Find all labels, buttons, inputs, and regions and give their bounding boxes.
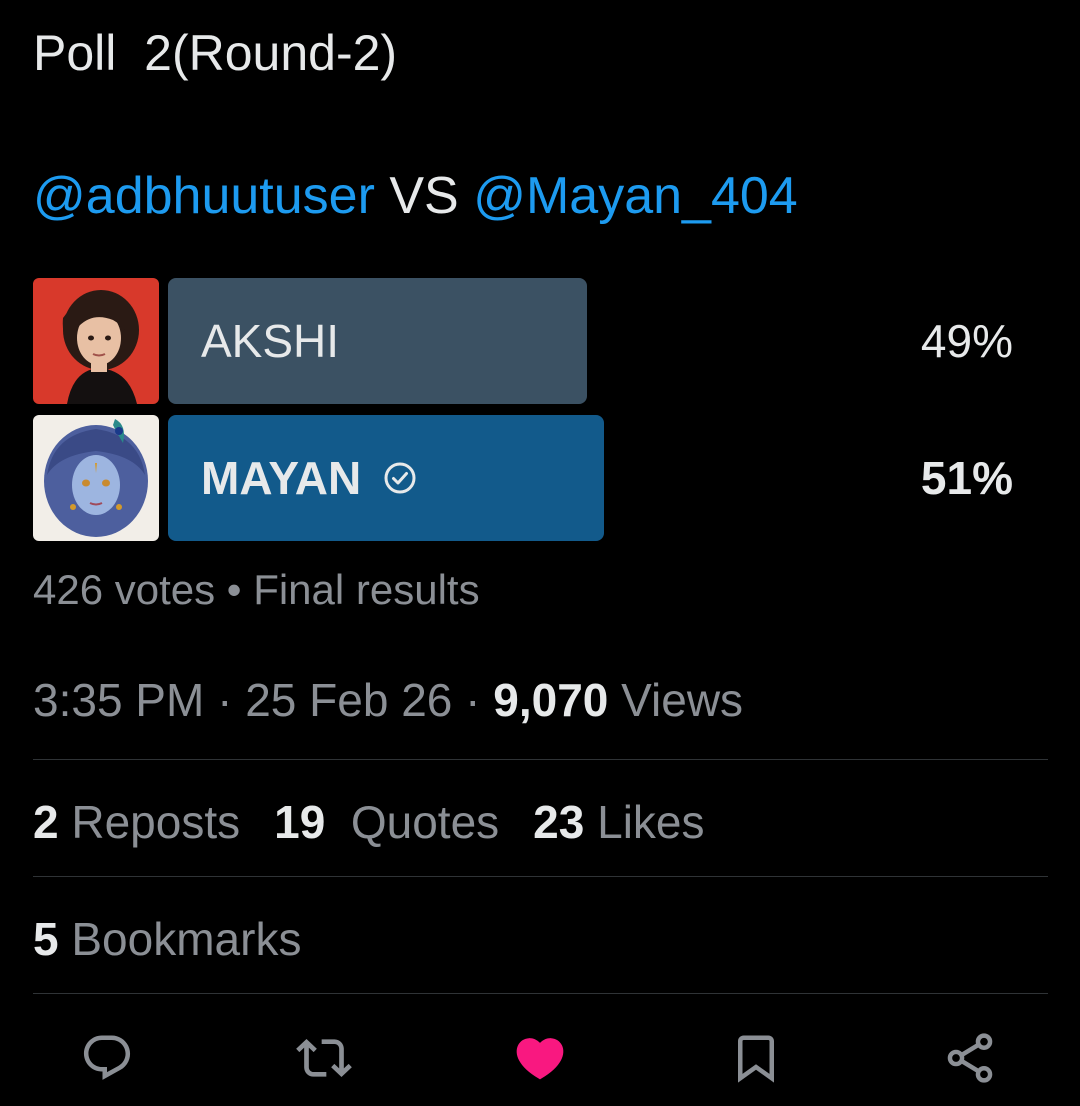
poll-option-label: MAYAN: [201, 415, 417, 541]
avatar-akshi: [33, 278, 159, 404]
share-button[interactable]: [940, 1028, 1000, 1088]
tweet-date[interactable]: 25 Feb 26: [245, 674, 452, 726]
poll-option-percent: 51%: [920, 452, 1013, 504]
mention-mayan[interactable]: @Mayan_404: [473, 167, 798, 225]
quotes-count: 19: [274, 796, 326, 848]
bookmarks-stat-row: 5 Bookmarks: [33, 909, 301, 969]
bookmarks-stat[interactable]: 5 Bookmarks: [33, 909, 301, 969]
reposts-label: Reposts: [58, 796, 241, 848]
poll-option-percent: 49%: [920, 315, 1013, 367]
poll-option-label: AKSHI: [201, 278, 339, 404]
views-count: 9,070: [493, 674, 609, 726]
quotes-stat[interactable]: 19 Quotes: [274, 792, 499, 852]
heart-icon: [516, 1038, 564, 1080]
likes-label: Likes: [584, 796, 705, 848]
reply-icon: [83, 1035, 131, 1080]
tweet-time[interactable]: 3:35 PM: [33, 674, 204, 726]
poll-option-mayan: MAYAN 51%: [33, 415, 1013, 541]
reposts-count: 2: [33, 796, 59, 848]
vs-text: VS: [374, 167, 474, 225]
poll-option-name: MAYAN: [201, 452, 362, 504]
divider: [33, 876, 1048, 877]
poll-separator: •: [215, 566, 254, 613]
quotes-label: Quotes: [325, 796, 500, 848]
bookmark-icon: [738, 1035, 774, 1083]
poll-option-name: AKSHI: [201, 315, 340, 367]
poll-meta: 426 votes • Final results: [33, 562, 480, 618]
mention-adbhuutuser[interactable]: @adbhuutuser: [33, 167, 375, 225]
likes-count: 23: [533, 796, 585, 848]
poll-option-akshi: AKSHI 49%: [33, 278, 1013, 404]
check-circle-icon: [384, 462, 416, 494]
meta-dot: ·: [452, 674, 494, 726]
tweet-text: Poll 2(Round-2): [33, 25, 398, 81]
likes-stat[interactable]: 23 Likes: [533, 792, 704, 852]
bookmark-button[interactable]: [726, 1028, 786, 1088]
tweet-timestamp-views: 3:35 PM · 25 Feb 26 · 9,070 Views: [33, 670, 743, 730]
poll-votes: 426 votes: [33, 566, 216, 613]
views-label: Views: [608, 674, 744, 726]
reposts-stat[interactable]: 2 Reposts: [33, 792, 240, 852]
repost-button[interactable]: [294, 1028, 354, 1088]
repost-icon: [296, 1039, 352, 1077]
bookmarks-label: Bookmarks: [58, 913, 302, 965]
divider: [33, 993, 1048, 994]
divider: [33, 759, 1048, 760]
reply-button[interactable]: [77, 1028, 137, 1088]
bookmarks-count: 5: [33, 913, 59, 965]
engagement-stats: 2 Reposts 19 Quotes 23 Likes: [33, 792, 705, 852]
like-button[interactable]: [510, 1028, 570, 1088]
share-icon: [947, 1033, 993, 1083]
tweet-mentions: @adbhuutuser VS @Mayan_404: [33, 164, 798, 228]
poll-status: Final results: [253, 566, 480, 613]
avatar-mayan: [33, 415, 159, 541]
action-bar: [0, 1010, 1080, 1106]
meta-dot: ·: [204, 674, 246, 726]
